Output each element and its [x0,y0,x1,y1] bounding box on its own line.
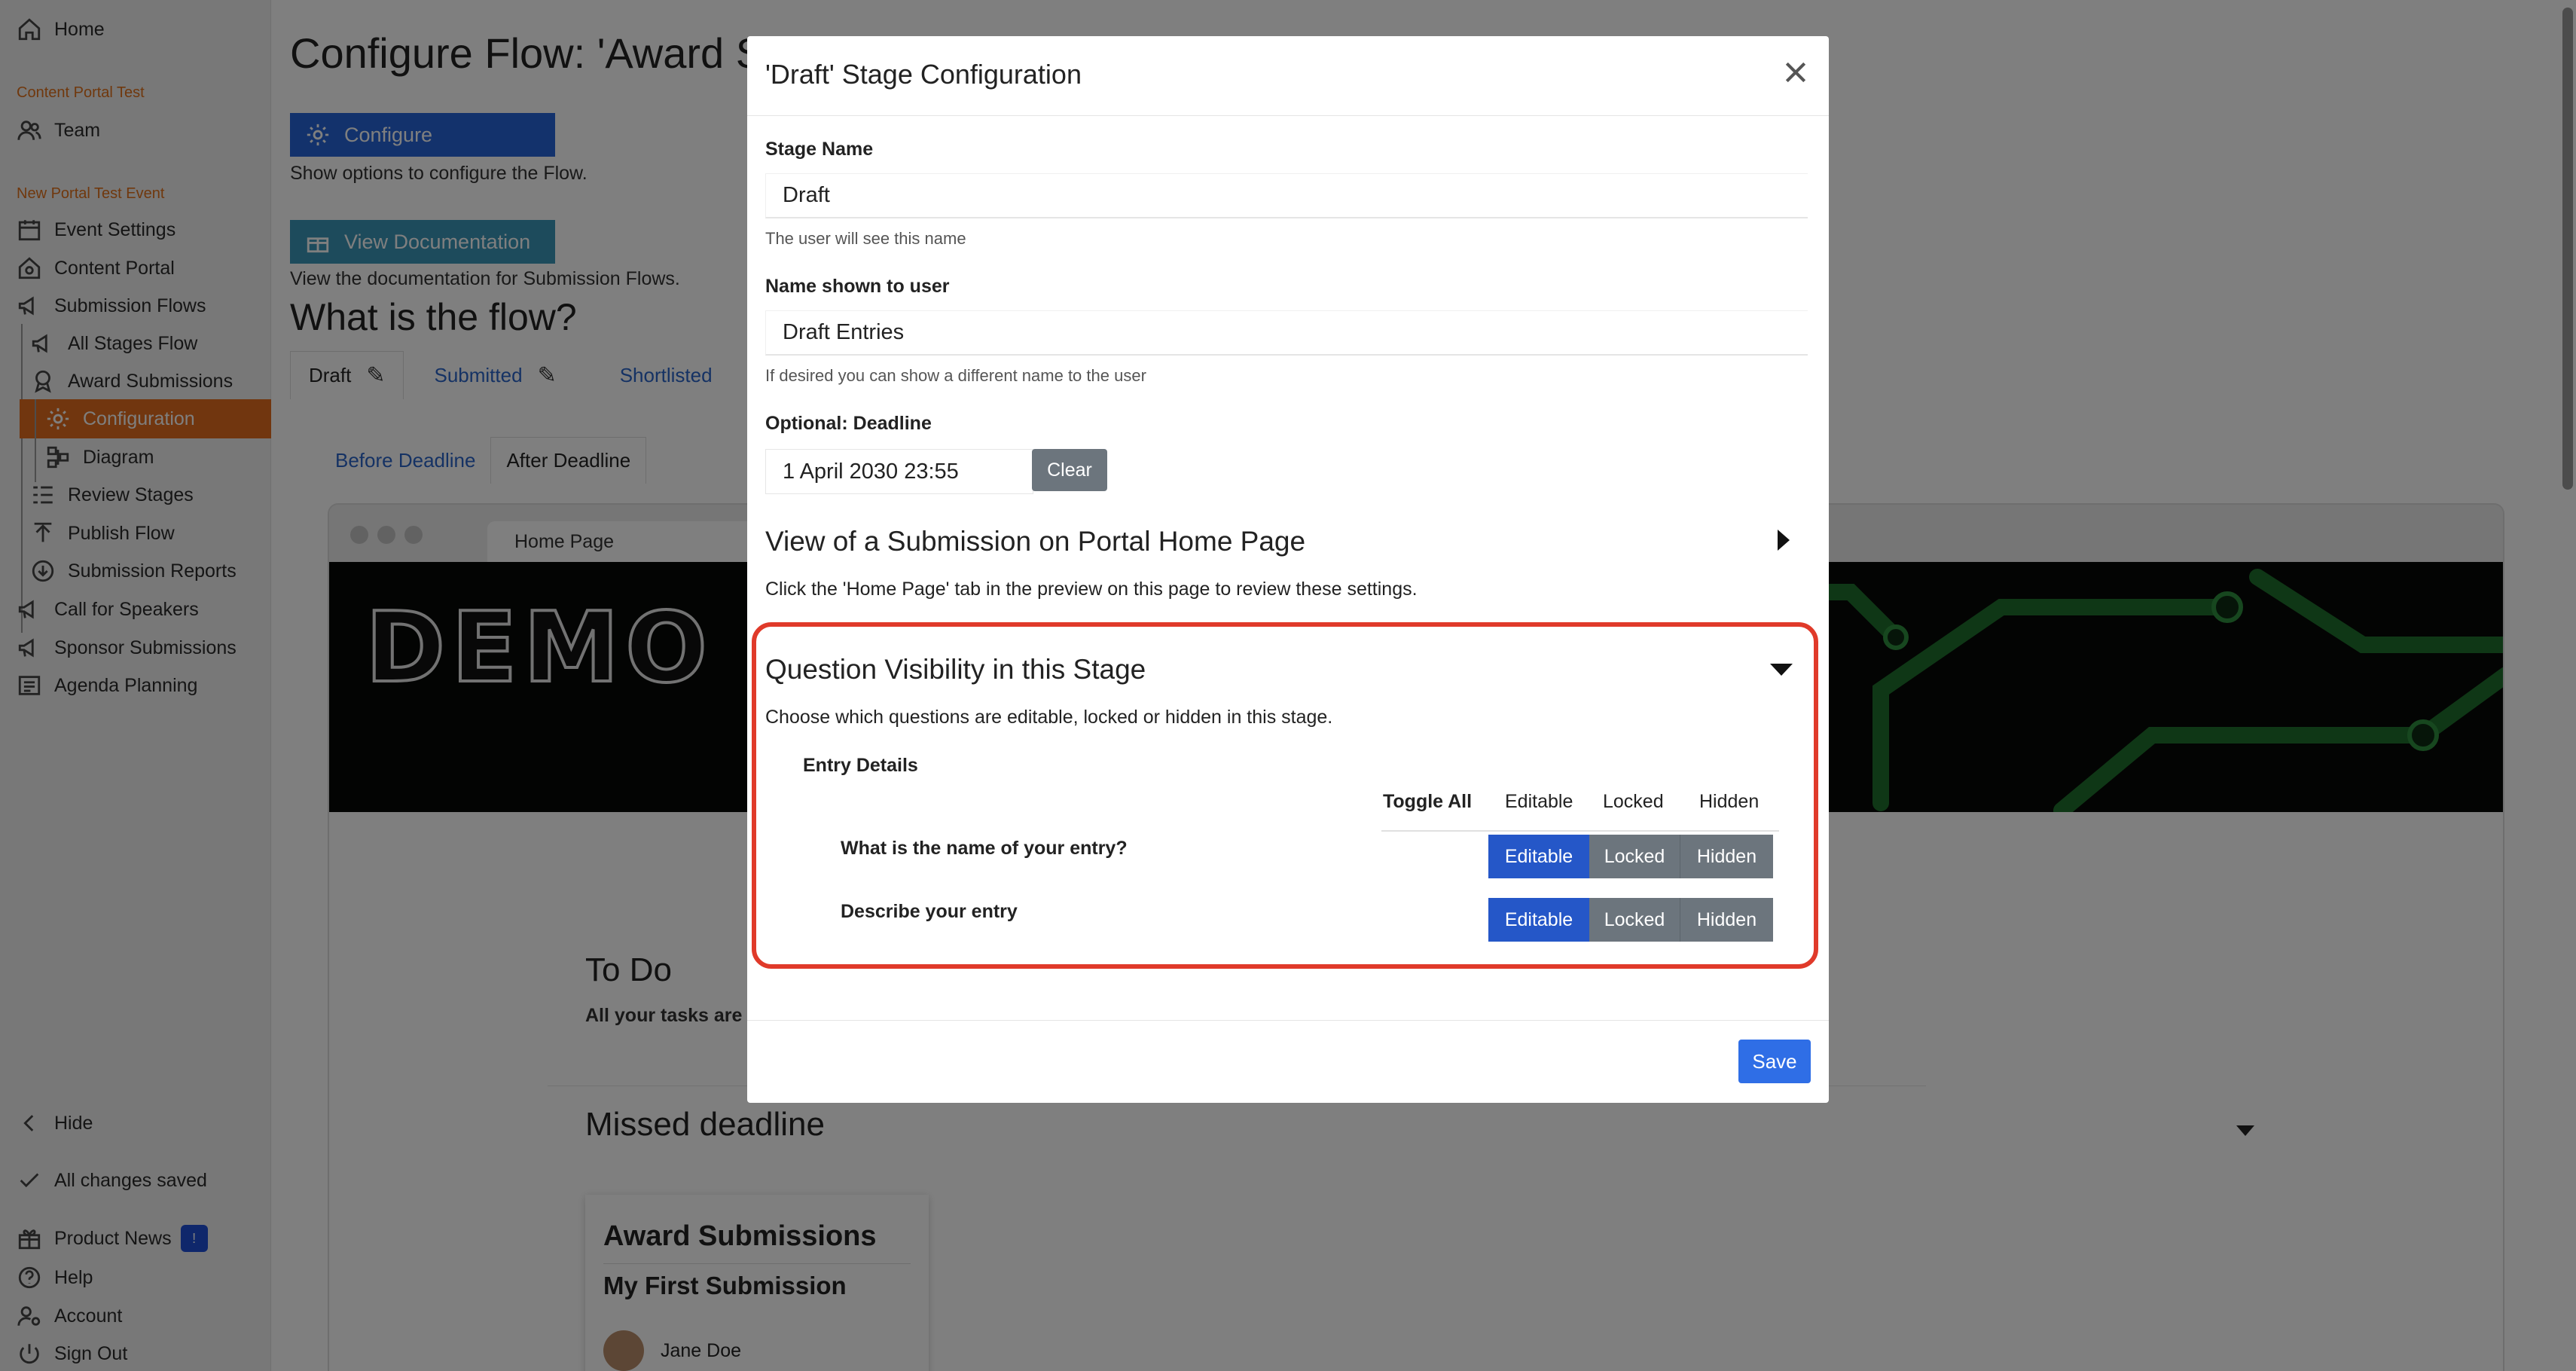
question-visibility-toggle: Editable Locked Hidden [1488,898,1773,942]
locked-button[interactable]: Locked [1589,835,1680,878]
stage-name-input[interactable]: Draft [765,173,1808,218]
user-name-label: Name shown to user [765,276,950,297]
visibility-description: Choose which questions are editable, loc… [765,707,1333,728]
question-group-label: Entry Details [803,755,918,776]
home-view-accordion-title[interactable]: View of a Submission on Portal Home Page [765,526,1305,557]
home-view-description: Click the 'Home Page' tab in the preview… [765,579,1418,600]
save-button[interactable]: Save [1738,1040,1811,1083]
user-name-hint: If desired you can show a different name… [765,366,1146,385]
toggle-all-hidden[interactable]: Hidden [1699,791,1759,813]
deadline-input[interactable]: 1 April 2030 23:55 [765,449,1033,494]
toggle-all-editable[interactable]: Editable [1505,791,1573,813]
column-divider [1381,830,1779,832]
editable-button[interactable]: Editable [1488,898,1589,942]
toggle-all-locked[interactable]: Locked [1603,791,1664,813]
caret-down-icon[interactable] [1770,664,1793,676]
question-label: Describe your entry [841,901,1018,922]
stage-name-hint: The user will see this name [765,229,966,248]
modal-header: 'Draft' Stage Configuration [747,36,1829,116]
stage-name-label: Stage Name [765,139,874,160]
hidden-button[interactable]: Hidden [1680,835,1773,878]
user-name-input[interactable]: Draft Entries [765,310,1808,356]
locked-button[interactable]: Locked [1589,898,1680,942]
question-label: What is the name of your entry? [841,838,1128,859]
toggle-all-label: Toggle All [1383,791,1473,812]
hidden-button[interactable]: Hidden [1680,898,1773,942]
caret-right-icon[interactable] [1778,530,1790,551]
modal-title: 'Draft' Stage Configuration [765,59,1082,90]
clear-deadline-button[interactable]: Clear [1032,449,1107,491]
modal-footer-divider [747,1020,1829,1021]
stage-configuration-modal: 'Draft' Stage Configuration Stage Name D… [747,36,1829,1103]
editable-button[interactable]: Editable [1488,835,1589,878]
question-visibility-toggle: Editable Locked Hidden [1488,835,1773,878]
visibility-accordion-title[interactable]: Question Visibility in this Stage [765,654,1146,686]
close-icon[interactable] [1781,57,1811,87]
deadline-label: Optional: Deadline [765,413,932,434]
